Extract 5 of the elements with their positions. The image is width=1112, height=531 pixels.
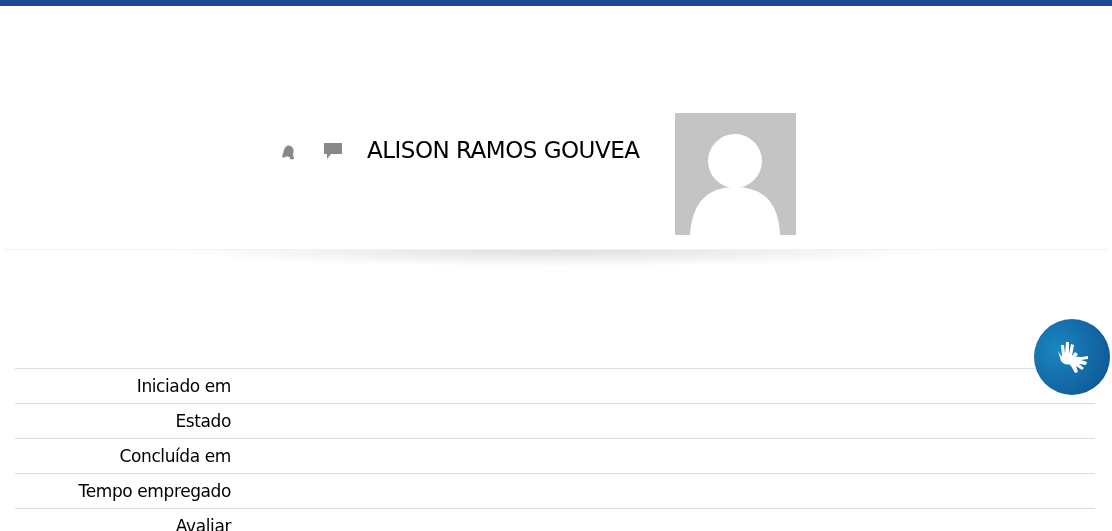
field-label: Estado: [174, 411, 231, 431]
field-label: Tempo empregado: [77, 481, 231, 501]
field-label: Concluída em: [118, 446, 231, 466]
field-label: Iniciado em: [135, 376, 231, 396]
user-name: ALISON RAMOS GOUVEA: [367, 136, 640, 165]
